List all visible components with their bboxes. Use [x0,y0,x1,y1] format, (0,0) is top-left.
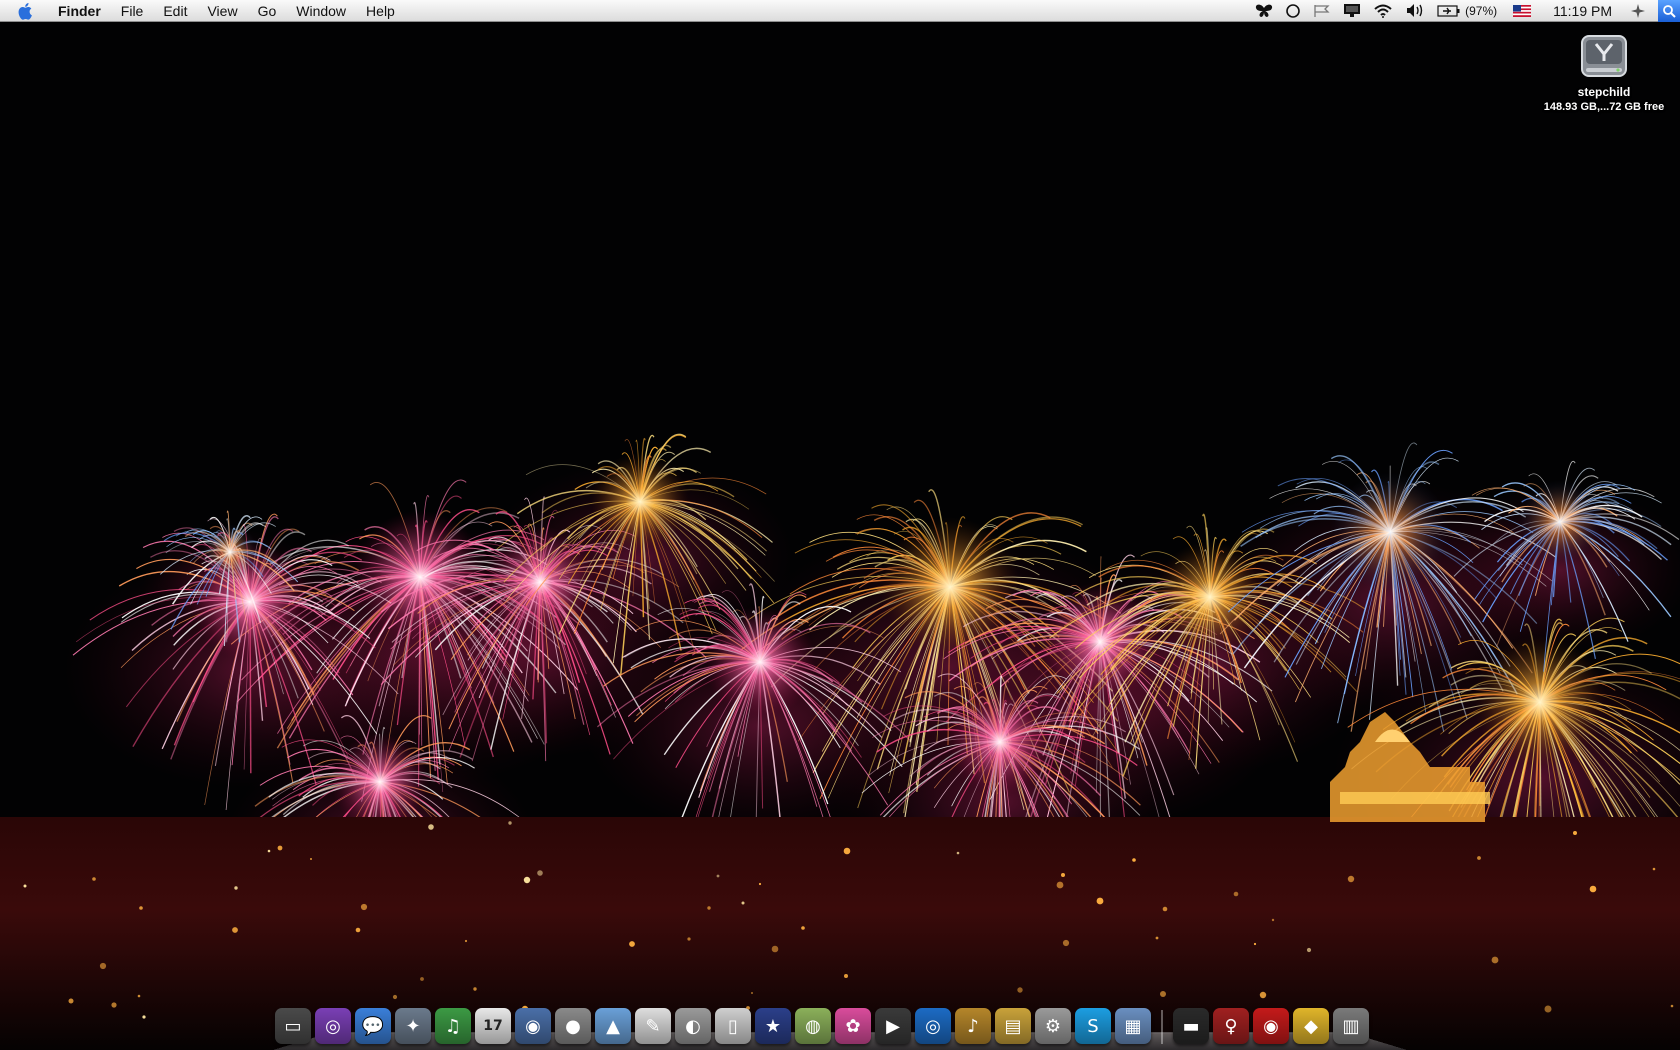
flag-menu-extra[interactable] [1307,0,1337,22]
spotlight-button[interactable] [1658,0,1680,22]
flag-icon [1314,4,1330,17]
butterfly-menu-extra[interactable] [1249,0,1279,22]
menu-bar-right: (97%) 11:19 PM [1249,0,1680,22]
dvd-player-app-icon[interactable]: ◎ [915,1008,951,1044]
menu-bar-left: Finder File Edit View Go Window Help [0,0,405,22]
input-menu-extra[interactable] [1503,0,1541,22]
purple-app-icon[interactable]: ◎ [315,1008,351,1044]
itunes-app-icon[interactable]: ♫ [435,1008,471,1044]
finder-doc-app-icon[interactable]: ▦ [1115,1008,1151,1044]
desktop-wallpaper [0,22,1680,1050]
fireworks-wallpaper-image [0,22,1680,1050]
thundercats-stack-icon[interactable]: ◉ [1253,1008,1289,1044]
menu-file[interactable]: File [111,0,154,22]
system-prefs-app-icon[interactable]: ⚙ [1035,1008,1071,1044]
console-app-icon[interactable]: ▭ [275,1008,311,1044]
imovie-app-icon[interactable]: ▶ [875,1008,911,1044]
menu-bar: Finder File Edit View Go Window Help (97… [0,0,1680,22]
preview-app-icon[interactable]: ▲ [595,1008,631,1044]
wifi-icon [1374,4,1392,18]
battery-percent: (97%) [1465,3,1498,18]
circle-icon [1286,3,1300,18]
star-app-icon[interactable]: ★ [755,1008,791,1044]
menu-help[interactable]: Help [356,0,405,22]
circle-menu-extra[interactable] [1279,0,1307,22]
folder-stack-icon[interactable]: ▬ [1173,1008,1209,1044]
battery-icon [1437,4,1460,17]
ical-app-icon[interactable]: 17 [475,1008,511,1044]
globe-app-icon[interactable]: ◍ [795,1008,831,1044]
flower-app-icon[interactable]: ✿ [835,1008,871,1044]
menu-edit[interactable]: Edit [153,0,197,22]
butterfly-icon [1255,4,1273,17]
batman-stack-icon[interactable]: ◆ [1293,1008,1329,1044]
skype-app-icon[interactable]: S [1075,1008,1111,1044]
compass-menu-extra[interactable] [1624,0,1652,22]
wifi-menu-extra[interactable] [1367,0,1399,22]
menu-app-name[interactable]: Finder [48,0,111,22]
us-flag-icon [1513,4,1532,17]
apple-menu[interactable] [12,0,38,22]
figure-stack-icon[interactable]: ♀ [1213,1008,1249,1044]
dock-separator [1161,1010,1163,1044]
desktop-drive-icon[interactable]: stepchild 148.93 GB,...72 GB free [1536,30,1672,113]
trash-icon[interactable]: ▥ [1333,1008,1369,1044]
hard-drive-icon [1581,35,1627,77]
menu-go[interactable]: Go [248,0,287,22]
clock[interactable]: 11:19 PM [1541,0,1624,22]
stickies-app-icon[interactable]: ▤ [995,1008,1031,1044]
dock: ▭ ◎ 💬 ✦ ♫ 17 ◉ ● ▲ ✎ ◐ ▯ ★ ◍ ✿ ▶ ◎ ♪ ▤ ⚙ S ▦ ▬ ♀ ◉ ◆ ▥ [273,998,1407,1050]
ichat-app-icon[interactable]: 💬 [355,1008,391,1044]
compass-icon [1631,3,1645,18]
safari-app-icon[interactable]: ✦ [395,1008,431,1044]
volume-icon [1407,4,1423,17]
menu-window[interactable]: Window [286,0,356,22]
display-menu-extra[interactable] [1337,0,1367,22]
garageband-app-icon[interactable]: ♪ [955,1008,991,1044]
dock-items: ▭ ◎ 💬 ✦ ♫ 17 ◉ ● ▲ ✎ ◐ ▯ ★ ◍ ✿ ▶ ◎ ♪ ▤ ⚙ S ▦ ▬ ♀ ◉ ◆ ▥ [273,998,1371,1050]
volume-menu-extra[interactable] [1399,0,1431,22]
disk-utility-app-icon[interactable]: ◐ [675,1008,711,1044]
drive-name: stepchild [1577,85,1631,99]
spotlight-icon [1663,4,1676,18]
textedit-app-icon[interactable]: ✎ [635,1008,671,1044]
battery-menu-extra[interactable]: (97%) [1431,0,1503,22]
apple-logo-icon [18,2,32,20]
mouse-app-icon[interactable]: ● [555,1008,591,1044]
drive-info: 148.93 GB,...72 GB free [1543,101,1665,113]
menu-view[interactable]: View [197,0,247,22]
iphoto-app-icon[interactable]: ◉ [515,1008,551,1044]
ipod-app-icon[interactable]: ▯ [715,1008,751,1044]
display-icon [1344,4,1361,17]
